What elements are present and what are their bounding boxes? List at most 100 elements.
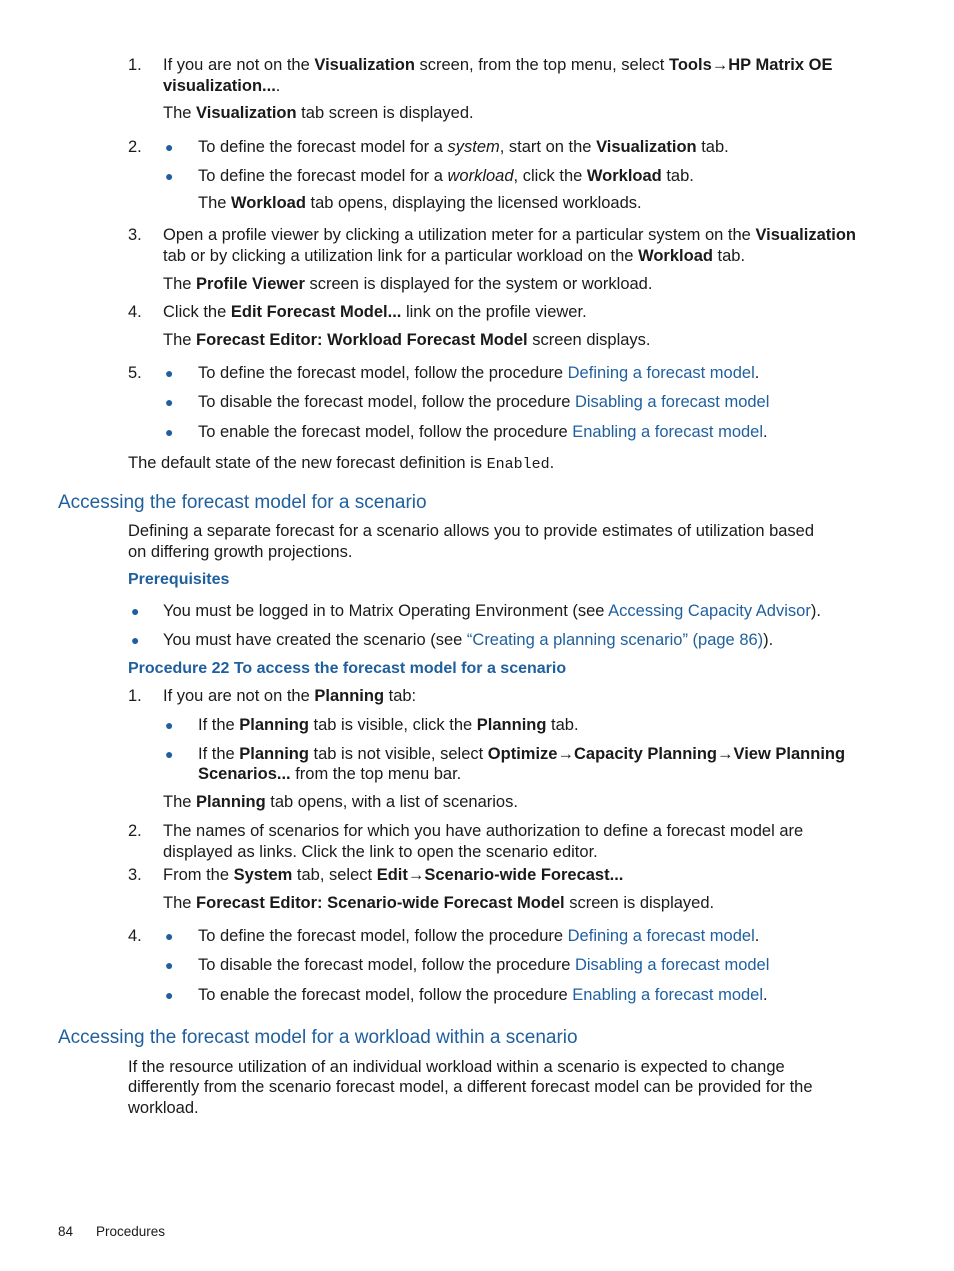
link-defining-forecast-model[interactable]: Defining a forecast model <box>568 927 755 945</box>
step-number: 4. <box>128 927 142 945</box>
ui-term: Profile Viewer <box>196 275 305 293</box>
bullet-text: To enable the forecast model, follow the… <box>198 986 768 1005</box>
text: tab, select <box>292 866 377 884</box>
ui-term: Workload <box>586 167 662 185</box>
prerequisites-heading: Prerequisites <box>128 571 230 588</box>
text: The <box>163 104 197 122</box>
ui-term: Visualization <box>196 104 297 122</box>
bullet-text: To define the forecast model for a syste… <box>198 138 729 157</box>
arrow-icon: → <box>711 56 729 74</box>
text: . <box>754 364 760 382</box>
ui-term: Planning <box>239 716 309 734</box>
text: The <box>163 894 197 912</box>
text: The <box>198 194 232 212</box>
emphasis: system <box>447 138 500 156</box>
text: , start on the <box>499 138 597 156</box>
link-accessing-capacity-advisor[interactable]: Accessing Capacity Advisor <box>608 602 811 620</box>
text: tab opens, with a list of scenarios. <box>265 793 518 811</box>
text: If the <box>198 716 240 734</box>
arrow-icon: → <box>717 745 734 763</box>
step-number: 1. <box>128 56 142 74</box>
text: . <box>763 423 768 441</box>
text: The <box>163 331 197 349</box>
text: screen displays. <box>527 331 651 349</box>
text: ). <box>763 631 774 649</box>
text: Click the <box>163 303 231 321</box>
ui-term: System <box>233 866 293 884</box>
ui-term: Forecast Editor: Scenario-wide Forecast … <box>196 894 565 912</box>
step-text: From the System tab, select Edit→Scenari… <box>163 866 623 885</box>
step-note: The Workload tab opens, displaying the l… <box>198 194 642 213</box>
link-enabling-forecast-model[interactable]: Enabling a forecast model <box>572 986 763 1004</box>
bullet-text: If the Planning tab is not visible, sele… <box>198 745 845 764</box>
text: If the <box>198 745 240 763</box>
bullet-icon: ● <box>165 365 174 381</box>
text: link on the profile viewer. <box>401 303 587 321</box>
text: Open a profile viewer by clicking a util… <box>163 226 756 244</box>
code-value: Enabled <box>486 456 550 473</box>
bullet-text: To disable the forecast model, follow th… <box>198 393 769 412</box>
bullet-icon: ● <box>165 717 174 733</box>
text: To define the forecast model for a <box>198 138 448 156</box>
text: tab opens, displaying the licensed workl… <box>305 194 642 212</box>
procedure-heading: Procedure 22 To access the forecast mode… <box>128 660 567 677</box>
link-defining-forecast-model[interactable]: Defining a forecast model <box>568 364 755 382</box>
footer-section: Procedures <box>96 1224 166 1239</box>
step-note: The Profile Viewer screen is displayed f… <box>163 275 652 294</box>
ui-term: Scenario-wide Forecast... <box>424 866 624 884</box>
ui-term: Forecast Editor: Workload Forecast Model <box>196 331 528 349</box>
bullet-icon: ● <box>165 928 174 944</box>
link-disabling-forecast-model[interactable]: Disabling a forecast model <box>575 956 769 974</box>
body-text: differently from the scenario forecast m… <box>128 1078 813 1096</box>
section-heading: Accessing the forecast model for a workl… <box>58 1027 578 1048</box>
ui-term: Planning <box>196 793 266 811</box>
bullet-text: To disable the forecast model, follow th… <box>198 956 769 975</box>
text: The <box>163 793 197 811</box>
link-enabling-forecast-model[interactable]: Enabling a forecast model <box>572 423 763 441</box>
bullet-icon: ● <box>165 957 174 973</box>
text: screen is displayed. <box>564 894 715 912</box>
text: You must be logged in to Matrix Operatin… <box>163 602 609 620</box>
ui-term: Planning <box>476 716 547 734</box>
page-number: 84 <box>58 1224 74 1239</box>
step-text: If you are not on the Planning tab: <box>163 687 416 706</box>
default-state-text: The default state of the new forecast de… <box>128 454 554 473</box>
bullet-text: Scenarios... from the top menu bar. <box>198 765 461 784</box>
step-text: Open a profile viewer by clicking a util… <box>163 226 856 245</box>
step-text: Click the Edit Forecast Model... link on… <box>163 303 587 322</box>
ui-term: Edit Forecast Model... <box>230 303 402 321</box>
text: tab screen is displayed. <box>296 104 474 122</box>
step-text: tab or by clicking a utilization link fo… <box>163 247 745 266</box>
ui-term: Visualization <box>596 138 697 156</box>
bullet-icon: ● <box>165 168 174 184</box>
text: To disable the forecast model, follow th… <box>198 393 575 411</box>
arrow-icon: → <box>407 866 425 884</box>
link-creating-planning-scenario[interactable]: “Creating a planning scenario” (page 86) <box>467 631 763 649</box>
ui-term: Workload <box>231 194 306 212</box>
text: You must have created the scenario (see <box>163 631 467 649</box>
text: tab is not visible, select <box>308 745 488 763</box>
text: tab. <box>712 247 746 265</box>
bullet-icon: ● <box>131 603 140 619</box>
text: tab: <box>384 687 417 705</box>
text: The <box>163 275 197 293</box>
intro-text: Defining a separate forecast for a scena… <box>128 522 815 540</box>
text: From the <box>163 866 234 884</box>
text: To define the forecast model, follow the… <box>198 927 568 945</box>
bullet-text: To define the forecast model, follow the… <box>198 364 759 383</box>
link-disabling-forecast-model[interactable]: Disabling a forecast model <box>575 393 769 411</box>
ui-term: Optimize <box>487 745 558 763</box>
text: To define the forecast model, follow the… <box>198 364 568 382</box>
text: tab or by clicking a utilization link fo… <box>163 247 639 265</box>
ui-term: Tools <box>668 56 712 74</box>
text: To define the forecast model for a <box>198 167 448 185</box>
bullet-text: To define the forecast model, follow the… <box>198 927 759 946</box>
text: . <box>763 986 768 1004</box>
step-number: 3. <box>128 866 142 884</box>
step-number: 4. <box>128 303 142 321</box>
ui-term: HP Matrix OE <box>728 56 833 74</box>
step-number: 3. <box>128 226 142 244</box>
text: ). <box>810 602 821 620</box>
step-note: The Visualization tab screen is displaye… <box>163 104 474 123</box>
intro-text: on differing growth projections. <box>128 543 353 561</box>
